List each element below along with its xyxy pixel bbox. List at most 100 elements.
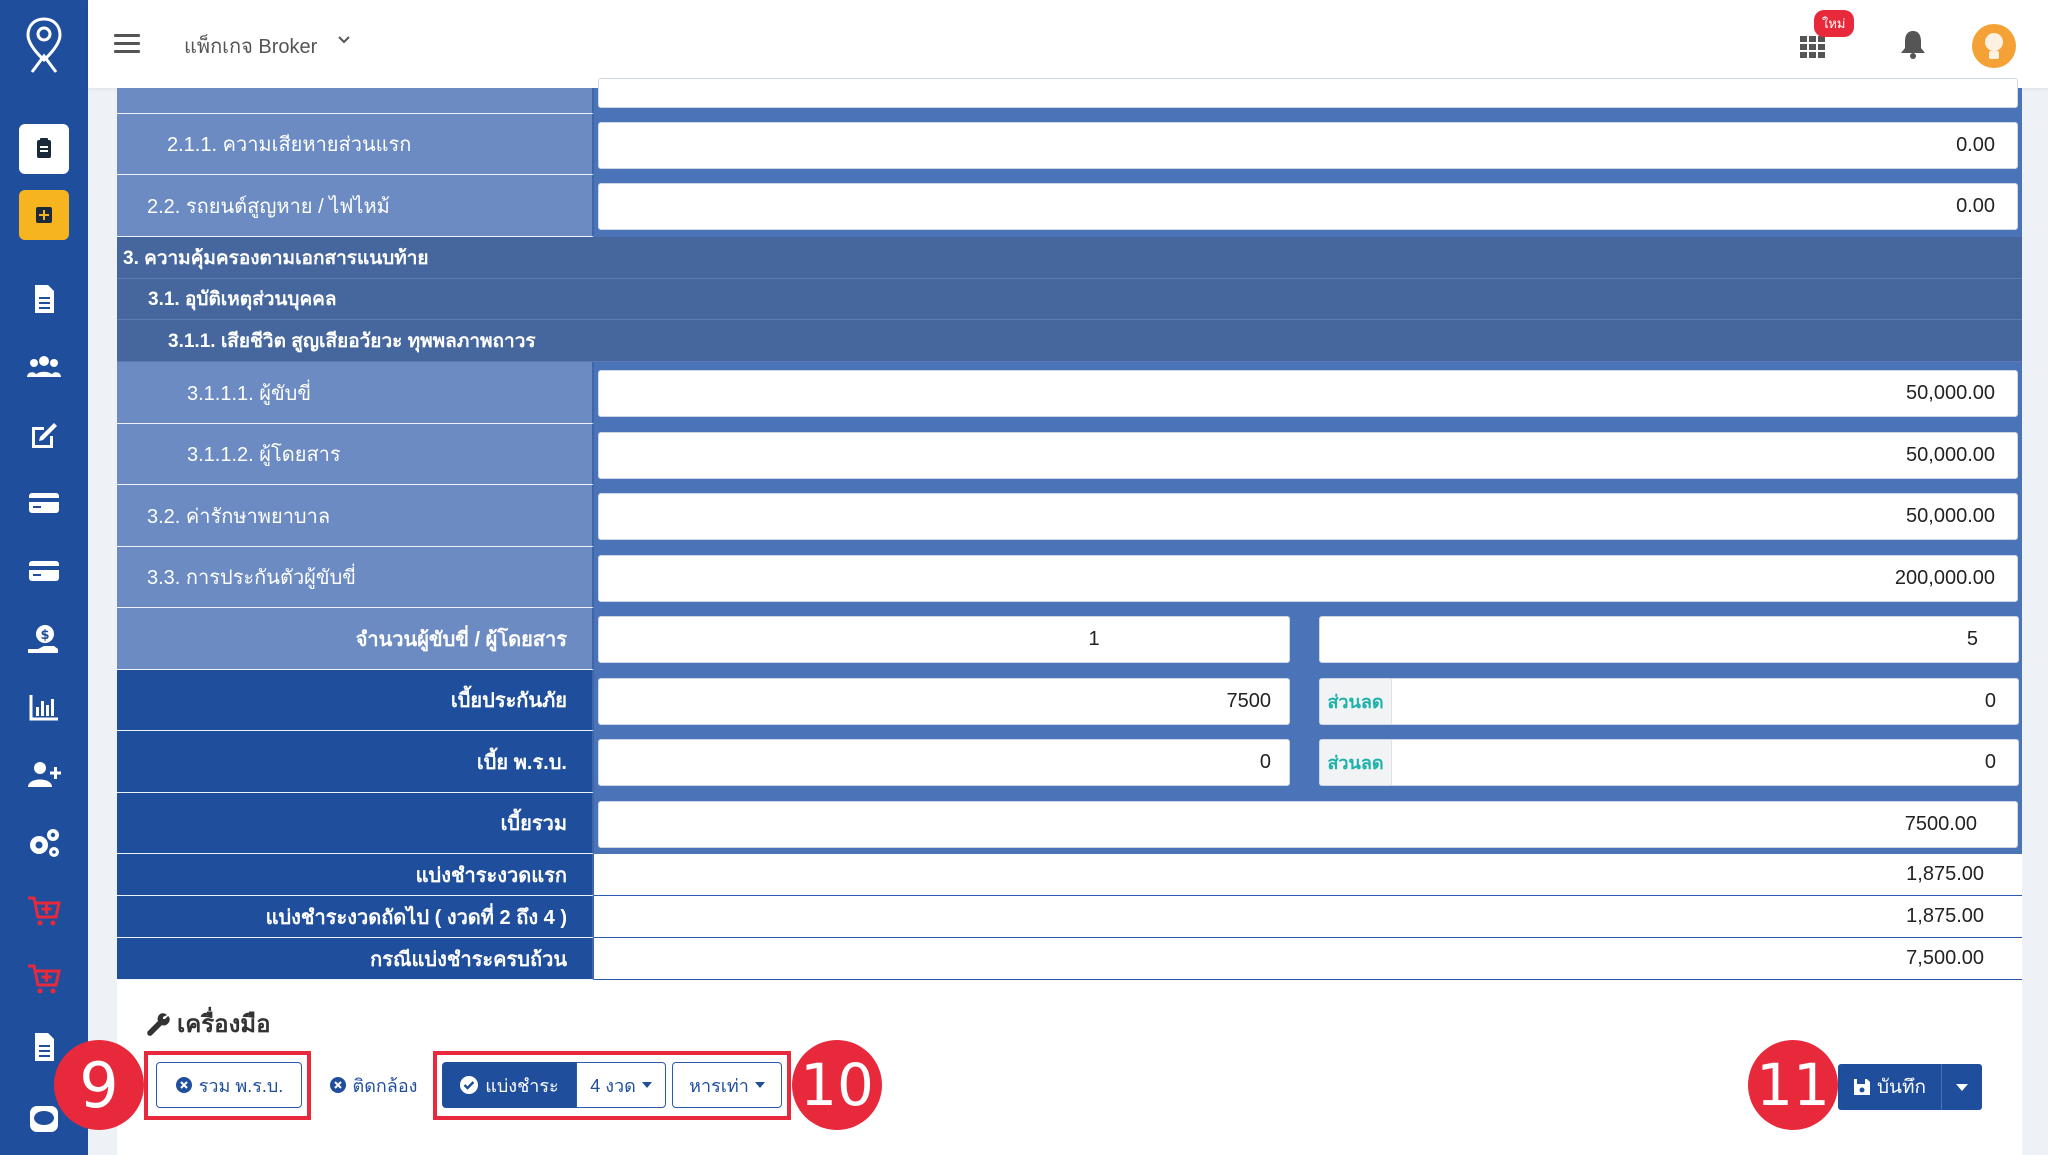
tools-title: เครื่องมือ xyxy=(177,1011,271,1038)
row-label: เบี้ย พ.ร.บ. xyxy=(117,731,594,793)
premium-discount-group: ส่วนลด 0 xyxy=(1319,678,2019,725)
drivers-count-field[interactable]: 1 xyxy=(598,616,1290,663)
row-label: 3.2. ค่ารักษาพยาบาล xyxy=(117,485,594,547)
edit-icon xyxy=(32,423,57,448)
section-title: 3. ความคุ้มครองตามเอกสารแนบท้าย xyxy=(117,237,2022,279)
table-row: 3.1.1.2. ผู้โดยสาร 50,000.00 xyxy=(117,424,2022,485)
table-row: 3.2. ค่ารักษาพยาบาล 50,000.00 xyxy=(117,485,2022,547)
document-icon xyxy=(35,285,54,313)
row-label: เบี้ยประกันภัย xyxy=(117,670,594,731)
camera-button[interactable]: ติดกล้อง xyxy=(318,1062,428,1108)
sidebar-item-add-user[interactable] xyxy=(19,750,69,800)
sidebar-item-cart-1[interactable] xyxy=(19,886,69,936)
sidebar-item-add[interactable] xyxy=(19,190,69,240)
section-header: 3. ความคุ้มครองตามเอกสารแนบท้าย xyxy=(117,237,2022,279)
compulsory-discount-field[interactable]: 0 xyxy=(1985,740,1996,785)
table-row: 2.2. รถยนต์สูญหาย / ไฟไหม้ 0.00 xyxy=(117,175,2022,237)
chevron-down-icon[interactable] xyxy=(336,32,352,48)
sidebar-item-report[interactable] xyxy=(19,682,69,732)
passenger-coverage-field[interactable]: 50,000.00 xyxy=(598,432,2018,479)
loss-fire-field[interactable]: 0.00 xyxy=(598,183,2018,230)
bar-chart-icon xyxy=(29,695,58,721)
section-title: 3.1.1. เสียชีวิต สูญเสียอวัยวะ ทุพพลภาพถ… xyxy=(117,320,2022,362)
table-row: แบ่งชำระงวดถัดไป ( งวดที่ 2 ถึง 4 ) 1,87… xyxy=(117,896,2022,938)
section-header: 3.1.1. เสียชีวิต สูญเสียอวัยวะ ทุพพลภาพถ… xyxy=(117,320,2022,362)
table-row: เบี้ย พ.ร.บ. 0 ส่วนลด 0 xyxy=(117,731,2022,793)
save-options-toggle[interactable] xyxy=(1942,1064,1982,1110)
next-installment-value: 1,875.00 xyxy=(594,896,2022,938)
document-icon xyxy=(35,1033,54,1061)
tools-heading: เครื่องมือ xyxy=(145,1004,271,1043)
bell-icon[interactable] xyxy=(1898,28,1928,60)
user-avatar-icon xyxy=(1985,33,2003,59)
highlight-box-10 xyxy=(433,1051,791,1120)
user-plus-icon xyxy=(28,762,61,787)
row-label: กรณีแบ่งชำระครบถ้วน xyxy=(117,938,594,980)
step-marker-10: 10 xyxy=(792,1040,882,1130)
wrench-icon xyxy=(147,1012,170,1036)
total-premium-field[interactable]: 7500.00 xyxy=(598,801,2018,848)
step-marker-11: 11 xyxy=(1748,1040,1838,1130)
section-header: 3.1. อุบัติเหตุส่วนบุคคล xyxy=(117,279,2022,320)
close-circle-icon xyxy=(329,1077,346,1093)
plus-square-icon xyxy=(36,207,52,223)
premium-discount-field[interactable]: 0 xyxy=(1985,679,1996,724)
avatar[interactable] xyxy=(1972,24,2016,68)
save-button-group: บันทึก xyxy=(1838,1064,1982,1110)
sidebar-item-card-1[interactable] xyxy=(19,478,69,528)
table-row: จำนวนผู้ขับขี่ / ผู้โดยสาร 1 5 xyxy=(117,608,2022,670)
premium-field[interactable]: 7500 xyxy=(598,678,1290,725)
sidebar-item-payment[interactable]: $ xyxy=(19,614,69,664)
first-installment-value: 1,875.00 xyxy=(594,854,2022,896)
driver-coverage-field[interactable]: 50,000.00 xyxy=(598,370,2018,417)
table-row: กรณีแบ่งชำระครบถ้วน 7,500.00 xyxy=(117,938,2022,980)
gears-icon xyxy=(30,829,59,857)
table-row: 2.1.1. ความเสียหายส่วนแรก 0.00 xyxy=(117,114,2022,175)
sidebar-item-cart-2[interactable] xyxy=(19,954,69,1004)
sidebar: $ xyxy=(0,0,88,1155)
main-content: 2.1.1. ความเสียหายส่วนแรก 0.00 2.2. รถยน… xyxy=(117,78,2022,1155)
save-button[interactable]: บันทึก xyxy=(1838,1064,1942,1110)
first-damage-field[interactable]: 0.00 xyxy=(598,122,2018,169)
table-row: แบ่งชำระงวดแรก 1,875.00 xyxy=(117,854,2022,896)
credit-card-icon xyxy=(29,493,59,513)
users-icon xyxy=(27,356,61,377)
bail-bond-field[interactable]: 200,000.00 xyxy=(598,555,2018,602)
sidebar-item-edit[interactable] xyxy=(19,410,69,460)
sidebar-item-card-2[interactable] xyxy=(19,546,69,596)
row-label: 2.1.1. ความเสียหายส่วนแรก xyxy=(117,114,594,175)
compulsory-premium-field[interactable]: 0 xyxy=(598,739,1290,786)
floppy-disk-icon xyxy=(1853,1079,1870,1095)
sidebar-item-document[interactable] xyxy=(19,274,69,324)
credit-card-icon xyxy=(29,561,59,581)
svg-text:$: $ xyxy=(40,628,49,643)
topbar: แพ็กเกจ Broker ใหม่ xyxy=(88,0,2048,88)
sidebar-item-users[interactable] xyxy=(19,342,69,392)
table-row: เบี้ยรวม 7500.00 xyxy=(117,793,2022,854)
field-top-partial[interactable] xyxy=(598,78,2018,108)
line-chat-icon xyxy=(30,1106,58,1132)
logo-icon[interactable] xyxy=(24,16,64,74)
step-marker-9: 9 xyxy=(54,1040,144,1130)
section-title: 3.1. อุบัติเหตุส่วนบุคคล xyxy=(117,279,2022,320)
package-selector-label[interactable]: แพ็กเกจ Broker xyxy=(184,30,317,62)
full-payment-value: 7,500.00 xyxy=(594,938,2022,980)
passengers-count-field[interactable]: 5 xyxy=(1319,616,2019,663)
row-label: 3.3. การประกันตัวผู้ขับขี่ xyxy=(117,547,594,608)
cart-plus-icon xyxy=(28,964,61,994)
row-label: แบ่งชำระงวดแรก xyxy=(117,854,594,896)
row-label: 3.1.1.1. ผู้ขับขี่ xyxy=(117,362,594,424)
table-row: เบี้ยประกันภัย 7500 ส่วนลด 0 xyxy=(117,670,2022,731)
row-label: 3.1.1.2. ผู้โดยสาร xyxy=(117,424,594,485)
row-label: เบี้ยรวม xyxy=(117,793,594,854)
menu-toggle-icon[interactable] xyxy=(114,34,140,54)
cart-plus-icon xyxy=(28,896,61,926)
sidebar-item-clipboard[interactable] xyxy=(19,124,69,174)
table-row: 3.1.1.1. ผู้ขับขี่ 50,000.00 xyxy=(117,362,2022,424)
sidebar-item-settings[interactable] xyxy=(19,818,69,868)
medical-coverage-field[interactable]: 50,000.00 xyxy=(598,493,2018,540)
discount-addon-label: ส่วนลด xyxy=(1320,679,1392,724)
caret-down-icon xyxy=(1956,1083,1968,1091)
highlight-box-9 xyxy=(144,1051,311,1120)
row-label: จำนวนผู้ขับขี่ / ผู้โดยสาร xyxy=(117,608,594,670)
